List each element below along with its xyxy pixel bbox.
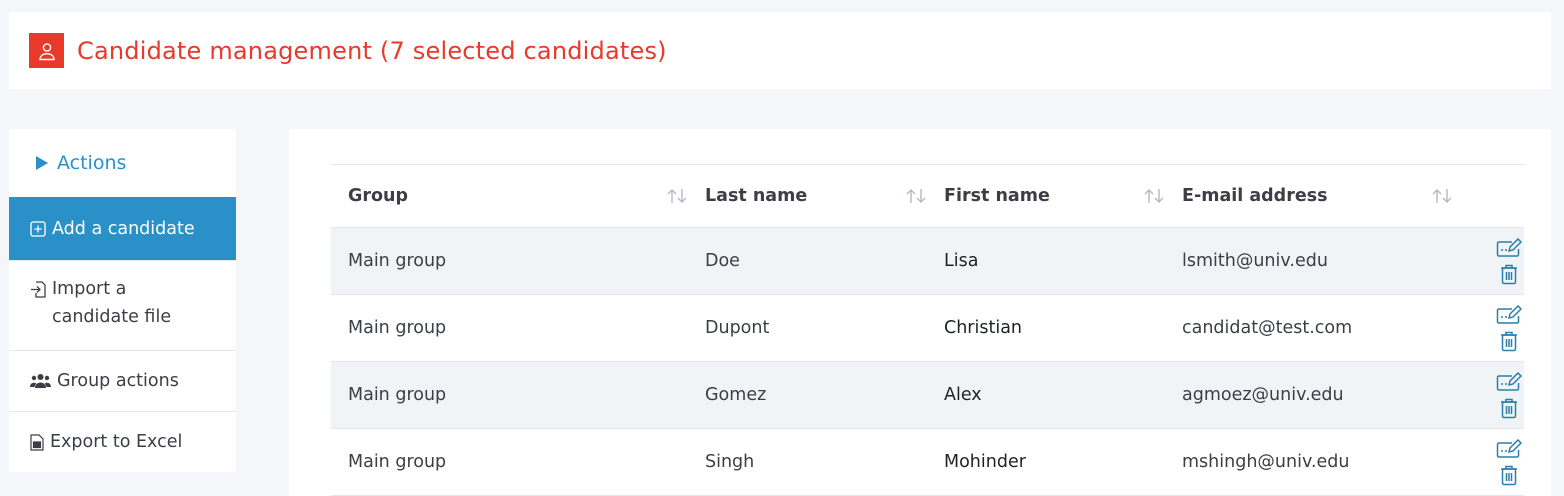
sidebar-item-import-file[interactable]: Import a candidate file [9,260,236,350]
candidates-table: Group Last name First name E-mail addres… [331,164,1524,496]
cell-group: Main group [348,251,447,271]
sort-icon[interactable] [666,188,688,204]
column-header-group[interactable]: Group [331,165,688,227]
sidebar-item-label: Group actions [57,371,179,391]
row-actions [1455,362,1524,428]
sidebar-item-label: Add a candidate [52,218,195,239]
actions-heading-label: Actions [57,152,127,174]
sidebar-item-label: Import a candidate file [52,279,172,327]
import-icon [30,275,46,298]
cell-first-name: Mohinder [944,452,1026,472]
cell-first-name: Alex [944,385,982,405]
row-actions [1455,228,1524,294]
column-header-email[interactable]: E-mail address [1165,165,1455,227]
cell-first-name: Christian [944,318,1023,338]
edit-icon[interactable] [1496,371,1522,392]
cell-last-name: Dupont [705,318,770,338]
cell-email: mshingh@univ.edu [1182,452,1350,472]
cell-last-name: Gomez [705,385,767,405]
plus-square-icon [30,220,46,237]
sidebar-item-add-candidate[interactable]: Add a candidate [9,197,236,260]
sidebar-item-group-actions[interactable]: Group actions [9,350,236,411]
cell-group: Main group [348,318,447,338]
cell-first-name: Lisa [944,251,979,271]
edit-icon[interactable] [1496,438,1522,459]
actions-sidebar: Actions Add a candidate Import a candida… [9,129,236,472]
candidates-panel: Group Last name First name E-mail addres… [289,129,1551,496]
actions-heading: Actions [9,129,236,197]
cell-last-name: Singh [705,452,755,472]
sidebar-item-export-excel[interactable]: Export to Excel [9,411,236,472]
cell-last-name: Doe [705,251,740,271]
row-actions [1455,429,1524,495]
edit-icon[interactable] [1496,304,1522,325]
trash-icon[interactable] [1500,331,1518,352]
sort-icon[interactable] [1143,188,1165,204]
page-header: Candidate management (7 selected candida… [9,12,1551,89]
cell-email: candidat@test.com [1182,318,1353,338]
trash-icon[interactable] [1500,398,1518,419]
play-icon [35,155,49,171]
sidebar-item-label: Export to Excel [50,432,183,452]
users-icon [30,373,51,389]
excel-file-icon [30,433,44,451]
column-header-first-name[interactable]: First name [927,165,1165,227]
edit-icon[interactable] [1496,237,1522,258]
table-row: Main group Doe Lisa lsmith@univ.edu [331,228,1524,295]
user-icon [29,33,64,68]
sort-icon[interactable] [1431,188,1453,204]
row-actions [1455,295,1524,361]
trash-icon[interactable] [1500,465,1518,486]
page-title: Candidate management (7 selected candida… [77,36,667,65]
trash-icon[interactable] [1500,264,1518,285]
table-header-row: Group Last name First name E-mail addres… [331,165,1524,228]
column-header-last-name[interactable]: Last name [688,165,927,227]
cell-group: Main group [348,385,447,405]
cell-group: Main group [348,452,447,472]
table-row: Main group Singh Mohinder mshingh@univ.e… [331,429,1524,496]
table-row: Main group Dupont Christian candidat@tes… [331,295,1524,362]
cell-email: agmoez@univ.edu [1182,385,1344,405]
table-row: Main group Gomez Alex agmoez@univ.edu [331,362,1524,429]
cell-email: lsmith@univ.edu [1182,251,1328,271]
sort-icon[interactable] [905,188,927,204]
column-header-actions [1455,165,1524,227]
